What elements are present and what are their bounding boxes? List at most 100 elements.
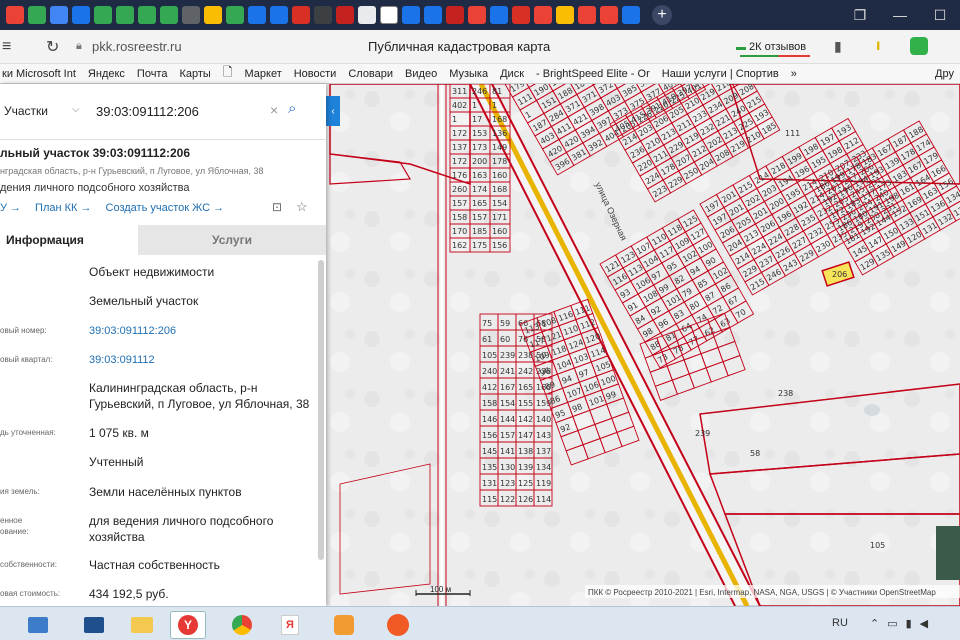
- bookmark-item[interactable]: Наши услуги | Спортив: [662, 68, 779, 80]
- tab-favicon[interactable]: [270, 6, 288, 24]
- folder-icon[interactable]: [124, 611, 160, 639]
- tab-favicon[interactable]: [160, 6, 178, 24]
- more-bookmarks-icon[interactable]: »: [791, 68, 797, 80]
- tab-favicon[interactable]: [336, 6, 354, 24]
- bookmark-item[interactable]: Карты: [179, 68, 210, 80]
- collapse-panel-button[interactable]: ‹: [326, 96, 340, 126]
- search-bar: Участки ⌵ 39:03:091112:206 × ⌕: [0, 84, 326, 140]
- maximize-button[interactable]: ☐: [920, 7, 960, 24]
- tab-favicon[interactable]: [28, 6, 46, 24]
- chrome-icon[interactable]: [224, 611, 260, 639]
- tab-favicon[interactable]: [600, 6, 618, 24]
- card-link[interactable]: У →: [0, 202, 21, 214]
- parcel-label: 122: [500, 495, 515, 504]
- tab-favicon[interactable]: [512, 6, 530, 24]
- attr-label: енное ование:: [0, 516, 29, 536]
- bookmark-item[interactable]: Почта: [137, 68, 168, 80]
- reload-icon[interactable]: ↻: [46, 37, 70, 57]
- tab-favicon[interactable]: [556, 6, 574, 24]
- attr-label: овый номер:: [0, 326, 47, 335]
- parcel-label: 59: [500, 319, 510, 328]
- tab-favicon[interactable]: [248, 6, 266, 24]
- tabs-icon[interactable]: ❐: [840, 7, 880, 24]
- tab-favicon[interactable]: [204, 6, 222, 24]
- create-parcel-link[interactable]: Создать участок ЖС →: [106, 202, 225, 214]
- attr-value: 434 192,5 руб.: [89, 587, 169, 601]
- parcel-label: 246: [472, 87, 487, 96]
- tab-favicon[interactable]: [424, 6, 442, 24]
- url-field[interactable]: pkk.rosreestr.ru: [92, 39, 272, 54]
- bookmark-item[interactable]: Словари: [348, 68, 393, 80]
- bookmark-item[interactable]: Новости: [294, 68, 337, 80]
- bookmark-icon[interactable]: ▮: [834, 38, 842, 55]
- cadastral-number-link[interactable]: 39:03:091112:206: [89, 323, 315, 339]
- attr-value: Земли населённых пунктов: [89, 485, 242, 499]
- yandex-icon[interactable]: Я: [272, 611, 308, 639]
- extension-icon[interactable]: ı: [876, 37, 880, 55]
- star-icon[interactable]: ☆: [296, 199, 308, 215]
- language-indicator[interactable]: RU: [832, 617, 848, 629]
- tab-favicon[interactable]: [72, 6, 90, 24]
- clear-search-icon[interactable]: ×: [270, 102, 278, 118]
- tab-favicon[interactable]: [6, 6, 24, 24]
- satellite-inset[interactable]: [936, 526, 960, 580]
- tab-favicon[interactable]: [314, 6, 332, 24]
- plan-kk-link[interactable]: План КК →: [35, 202, 91, 214]
- parcel-label: 402: [452, 101, 467, 110]
- extension-icon[interactable]: [910, 37, 928, 55]
- parcel-info-panel: Участки ⌵ 39:03:091112:206 × ⌕ льный уча…: [0, 84, 326, 606]
- parcel-label: 154: [500, 399, 515, 408]
- tab-favicon[interactable]: [116, 6, 134, 24]
- search-type-select[interactable]: Участки ⌵: [4, 104, 84, 118]
- bookmark-item[interactable]: Маркет: [244, 68, 281, 80]
- tab-favicon[interactable]: [292, 6, 310, 24]
- browser-tab-bar: + ❐ — ☐: [0, 0, 960, 30]
- bookmark-item[interactable]: Видео: [405, 68, 437, 80]
- cadastral-quarter-link[interactable]: 39:03:091112: [89, 352, 315, 368]
- bookmark-item[interactable]: - BrightSpeed Elite - Or: [536, 68, 650, 80]
- tab-favicon[interactable]: [402, 6, 420, 24]
- menu-icon[interactable]: ≡: [2, 38, 22, 56]
- tab-favicon[interactable]: [534, 6, 552, 24]
- bookmark-item[interactable]: Диск: [500, 68, 524, 80]
- bookmark-item[interactable]: ки Microsoft Int: [2, 68, 76, 80]
- tab-services[interactable]: Услуги: [138, 225, 326, 255]
- tab-favicon[interactable]: [622, 6, 640, 24]
- tab-information[interactable]: Информация: [0, 225, 138, 255]
- area-label: 105: [870, 541, 885, 550]
- bookmark-item[interactable]: Дру: [935, 68, 954, 80]
- tab-favicon[interactable]: [446, 6, 464, 24]
- app-icon[interactable]: [380, 611, 416, 639]
- selected-parcel-label: 206: [832, 270, 847, 279]
- tab-favicon[interactable]: [358, 6, 376, 24]
- parcel-label: 147: [518, 431, 533, 440]
- parcel-label: 144: [500, 415, 515, 424]
- tab-favicon[interactable]: [490, 6, 508, 24]
- minimize-button[interactable]: —: [880, 7, 920, 24]
- chat-icon: ▬: [736, 41, 746, 53]
- tab-favicon-active[interactable]: [380, 6, 398, 24]
- media-icon[interactable]: [76, 611, 112, 639]
- explorer-icon[interactable]: [20, 611, 56, 639]
- tab-favicon[interactable]: [94, 6, 112, 24]
- parcel-label: 175: [472, 241, 487, 250]
- tab-favicon[interactable]: [182, 6, 200, 24]
- tray-icons[interactable]: ⌃▭▮◀: [870, 617, 936, 630]
- bookmark-item[interactable]: Яндекс: [88, 68, 125, 80]
- tab-favicon[interactable]: [578, 6, 596, 24]
- new-tab-button[interactable]: +: [652, 5, 672, 25]
- search-icon[interactable]: ⌕: [288, 100, 296, 117]
- yandex-browser-icon[interactable]: Y: [170, 611, 206, 639]
- parcel-label: 81: [492, 87, 502, 96]
- search-input[interactable]: 39:03:091112:206: [96, 104, 199, 119]
- tab-favicon[interactable]: [138, 6, 156, 24]
- zoom-to-icon[interactable]: ⊡: [272, 200, 282, 214]
- player-icon[interactable]: [326, 611, 362, 639]
- bookmark-item[interactable]: Музыка: [449, 68, 488, 80]
- panel-scrollbar[interactable]: [318, 260, 324, 560]
- tab-favicon[interactable]: [50, 6, 68, 24]
- map-attribution: ПКК © Росреестр 2010-2021 | Esri, Interm…: [588, 588, 936, 597]
- parcel-label: 130: [500, 463, 515, 472]
- tab-favicon[interactable]: [468, 6, 486, 24]
- tab-favicon[interactable]: [226, 6, 244, 24]
